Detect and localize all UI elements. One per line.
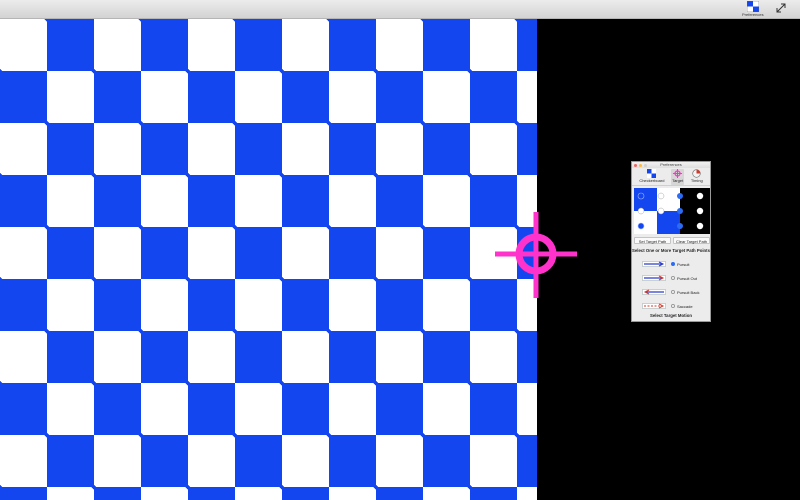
path-points-header: Select One or More Target Path Points [632,248,710,253]
motion-option-pursuit-back[interactable]: Pursuit Back [642,288,699,296]
motion-option-pursuit-out[interactable]: Pursuit Out [642,274,697,282]
fullscreen-button[interactable] [776,3,786,13]
target-icon [673,169,683,178]
close-button[interactable] [634,163,637,167]
tab-timing-label: Timing [690,178,703,183]
radio-pursuit[interactable] [671,262,675,266]
radio-pursuit-back[interactable] [671,290,675,294]
target-motion-footer: Select Target Motion [650,313,692,318]
checkerboard-icon [647,169,657,178]
motion-option-saccade[interactable]: Saccade [642,302,693,310]
radio-pursuit-out[interactable] [671,276,675,280]
radio-saccade[interactable] [671,304,675,308]
preferences-title: Preferences [660,162,682,167]
saccade-label: Saccade [677,303,693,309]
timing-icon [692,169,701,178]
tab-checkerboard-label: Checkerboard [639,178,665,183]
crosshair-target-icon[interactable] [495,212,577,298]
checkerboard-icon [746,1,759,12]
pursuit-back-label: Pursuit Back [677,289,700,295]
tab-target-label: Target [672,178,684,183]
preferences-tabs: Checkerboard Target Timing [632,168,710,186]
pursuit-arrow-icon [642,261,666,267]
preferences-window: Preferences Checkerboard Target Timing S… [631,161,711,322]
tab-timing[interactable]: Timing [691,169,703,185]
tab-target[interactable]: Target [671,169,685,185]
motion-option-pursuit[interactable]: Pursuit [642,260,689,268]
preferences-toolbar-button[interactable]: Preferences [742,1,764,17]
pursuit-out-label: Pursuit Out [677,275,698,281]
zoom-button[interactable] [644,163,647,167]
saccade-arrow-icon [642,303,666,309]
pursuit-out-arrow-icon [642,275,666,281]
checkerboard-stimulus [0,19,537,500]
minimize-button[interactable] [639,163,642,167]
pursuit-label: Pursuit [677,261,690,267]
preferences-toolbar-label: Preferences [742,12,764,17]
window-titlebar: Preferences [0,0,800,19]
expand-arrows-icon [776,3,786,13]
target-path-grid[interactable] [634,188,710,234]
set-target-path-button[interactable]: Set Target Path [634,237,671,244]
tab-checkerboard[interactable]: Checkerboard [639,169,664,185]
pursuit-back-arrow-icon [642,289,666,295]
clear-target-path-button[interactable]: Clear Target Path [673,237,710,244]
preferences-titlebar: Preferences [632,162,710,168]
